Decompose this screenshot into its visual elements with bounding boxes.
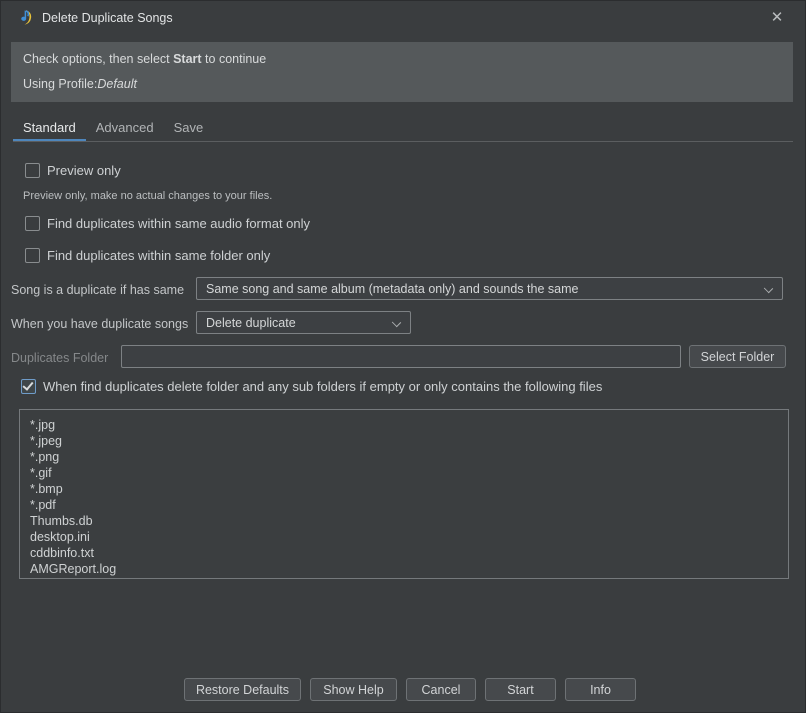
preview-only-label: Preview only xyxy=(47,163,121,178)
tab-advanced[interactable]: Advanced xyxy=(86,116,164,141)
list-item[interactable]: *.gif xyxy=(30,465,788,481)
list-item[interactable]: *.jpeg xyxy=(30,433,788,449)
chevron-down-icon xyxy=(392,318,401,327)
check-icon xyxy=(22,379,33,391)
same-audio-format-checkbox[interactable]: Find duplicates within same audio format… xyxy=(25,216,310,231)
list-item[interactable]: desktop.ini xyxy=(30,529,788,545)
duplicate-criteria-label: Song is a duplicate if has same xyxy=(11,283,184,297)
tab-standard[interactable]: Standard xyxy=(13,116,86,141)
same-audio-format-label: Find duplicates within same audio format… xyxy=(47,216,310,231)
list-item[interactable]: cddbinfo.txt xyxy=(30,545,788,561)
info-banner: Check options, then select Start to cont… xyxy=(11,42,793,102)
footer-buttons: Restore Defaults Show Help Cancel Start Info xyxy=(184,678,636,701)
music-note-icon xyxy=(14,8,33,27)
tab-divider xyxy=(13,141,793,142)
duplicate-criteria-select[interactable]: Same song and same album (metadata only)… xyxy=(196,277,783,300)
close-icon[interactable]: ✕ xyxy=(763,5,791,29)
window-title: Delete Duplicate Songs xyxy=(42,11,173,25)
list-item[interactable]: AMGReport.log xyxy=(30,561,788,577)
banner-profile: Using Profile:Default xyxy=(23,77,781,91)
checkbox-icon xyxy=(25,216,40,231)
duplicate-criteria-value: Same song and same album (metadata only)… xyxy=(206,282,578,296)
checkbox-icon xyxy=(25,163,40,178)
duplicate-action-select[interactable]: Delete duplicate xyxy=(196,311,411,334)
tab-save[interactable]: Save xyxy=(164,116,234,141)
delete-empty-folders-label: When find duplicates delete folder and a… xyxy=(43,379,602,394)
duplicates-folder-input[interactable] xyxy=(121,345,681,368)
checkbox-icon xyxy=(25,248,40,263)
checkbox-checked-icon xyxy=(21,379,36,394)
same-folder-label: Find duplicates within same folder only xyxy=(47,248,270,263)
chevron-down-icon xyxy=(764,284,773,293)
duplicate-action-value: Delete duplicate xyxy=(206,316,296,330)
profile-name: Default xyxy=(97,77,137,91)
list-item[interactable]: *.jpg xyxy=(30,417,788,433)
delete-duplicate-songs-dialog: Delete Duplicate Songs ✕ Check options, … xyxy=(0,0,806,713)
info-button[interactable]: Info xyxy=(565,678,636,701)
banner-instruction: Check options, then select Start to cont… xyxy=(23,52,781,66)
preview-only-hint: Preview only, make no actual changes to … xyxy=(23,190,272,202)
file-pattern-list[interactable]: *.jpg*.jpeg*.png*.gif*.bmp*.pdfThumbs.db… xyxy=(19,409,789,579)
list-item[interactable]: Thumbs.db xyxy=(30,513,788,529)
duplicate-action-label: When you have duplicate songs xyxy=(11,317,188,331)
cancel-button[interactable]: Cancel xyxy=(406,678,476,701)
list-item[interactable]: *.bmp xyxy=(30,481,788,497)
duplicates-folder-label: Duplicates Folder xyxy=(11,351,108,365)
preview-only-checkbox[interactable]: Preview only xyxy=(25,163,121,178)
show-help-button[interactable]: Show Help xyxy=(310,678,397,701)
tab-bar: StandardAdvancedSave xyxy=(13,116,234,141)
restore-defaults-button[interactable]: Restore Defaults xyxy=(184,678,301,701)
list-item[interactable]: *.pdf xyxy=(30,497,788,513)
select-folder-button[interactable]: Select Folder xyxy=(689,345,786,368)
start-button[interactable]: Start xyxy=(485,678,556,701)
list-item[interactable]: *.png xyxy=(30,449,788,465)
delete-empty-folders-checkbox[interactable]: When find duplicates delete folder and a… xyxy=(21,379,602,394)
same-folder-checkbox[interactable]: Find duplicates within same folder only xyxy=(25,248,270,263)
title-bar: Delete Duplicate Songs ✕ xyxy=(1,1,805,34)
